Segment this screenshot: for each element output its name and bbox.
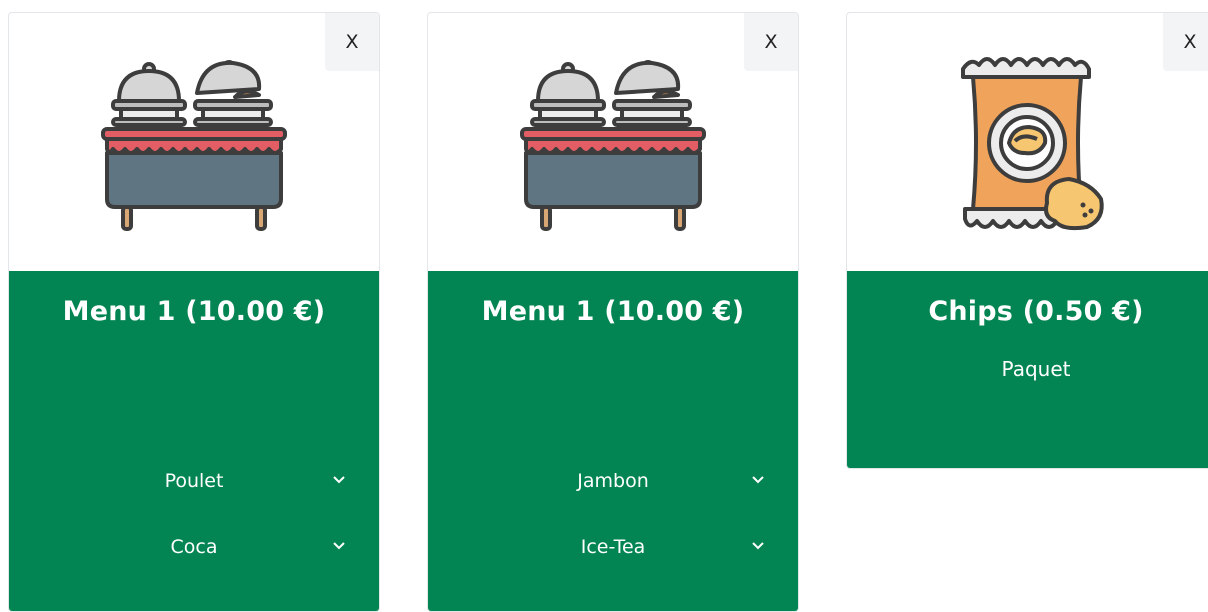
buffet-table-icon [520, 60, 706, 231]
select-value: Coca [170, 536, 218, 558]
chevron-down-icon [333, 542, 345, 550]
drink-select[interactable]: Ice-Tea [444, 527, 782, 567]
select-value: Ice-Tea [580, 536, 646, 558]
card-body: Menu 1 (10.00 €) Poulet Coca [9, 271, 379, 611]
chevron-down-icon [752, 476, 764, 484]
card-body: Chips (0.50 €) Paquet [847, 271, 1208, 468]
buffet-table-icon [101, 60, 287, 231]
card-title: Menu 1 (10.00 €) [62, 296, 326, 327]
card-subtitle: Paquet [1001, 357, 1071, 381]
card-image [9, 13, 379, 271]
main-course-select[interactable]: Poulet [25, 461, 363, 501]
select-value: Poulet [164, 470, 224, 492]
chips-bag-icon [961, 57, 1104, 231]
select-value: Jambon [577, 470, 649, 492]
chevron-down-icon [333, 476, 345, 484]
chevron-down-icon [752, 542, 764, 550]
card-title: Menu 1 (10.00 €) [481, 296, 745, 327]
product-card: X Chips (0.50 €) Paquet [846, 12, 1208, 469]
product-card: X Menu 1 (10.00 €) Jambon Ice-Tea [427, 12, 799, 612]
product-card: X Menu 1 (10.00 €) Poulet Coca [8, 12, 380, 612]
main-course-select[interactable]: Jambon [444, 461, 782, 501]
card-image [428, 13, 798, 271]
card-body: Menu 1 (10.00 €) Jambon Ice-Tea [428, 271, 798, 611]
card-image [847, 13, 1208, 271]
drink-select[interactable]: Coca [25, 527, 363, 567]
card-title: Chips (0.50 €) [928, 296, 1144, 327]
